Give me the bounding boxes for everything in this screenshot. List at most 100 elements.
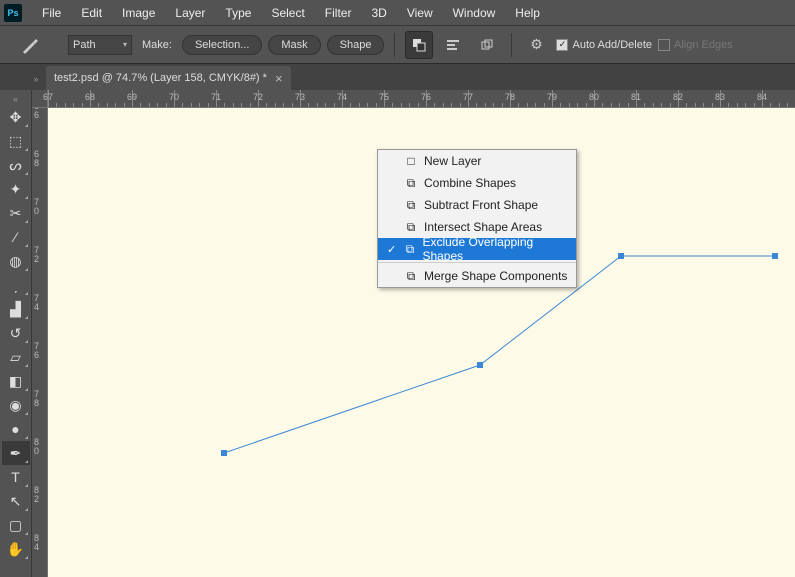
ruler-tick-label: 68 bbox=[85, 92, 95, 102]
ruler-tick-label: 84 bbox=[757, 92, 767, 102]
tool-mode-select[interactable]: Path ▾ bbox=[68, 35, 132, 55]
pathops-item-1[interactable]: ⧉Combine Shapes bbox=[378, 172, 576, 194]
menu-layer[interactable]: Layer bbox=[165, 2, 215, 24]
menu-3d[interactable]: 3D bbox=[361, 2, 396, 24]
op-icon: ⧉ bbox=[404, 220, 418, 234]
ruler-tick-label: 83 bbox=[715, 92, 725, 102]
ruler-tick-label: 82 bbox=[34, 486, 44, 504]
path-arrangement-button[interactable] bbox=[473, 31, 501, 59]
gear-icon: ⚙ bbox=[530, 36, 543, 53]
toolbox-collapse-icon[interactable]: « bbox=[0, 94, 31, 104]
ruler-vertical: 66687072747678808284 bbox=[32, 108, 48, 577]
ruler-tick-label: 78 bbox=[505, 92, 515, 102]
align-icon bbox=[445, 37, 461, 53]
ruler-tick-label: 72 bbox=[253, 92, 263, 102]
brush-tool[interactable]: ˏ bbox=[2, 273, 30, 297]
eraser-tool[interactable]: ▱ bbox=[2, 345, 30, 369]
menu-view[interactable]: View bbox=[397, 2, 443, 24]
align-edges-checkbox: Align Edges bbox=[658, 39, 733, 51]
menu-filter[interactable]: Filter bbox=[315, 2, 362, 24]
ruler-tick-label: 74 bbox=[337, 92, 347, 102]
menu-item-label: Subtract Front Shape bbox=[424, 198, 538, 212]
shape-tool[interactable]: ▢ bbox=[2, 513, 30, 537]
clone-stamp-tool[interactable]: ▟ bbox=[2, 297, 30, 321]
ruler-tick-label: 73 bbox=[295, 92, 305, 102]
merge-icon: ⧉ bbox=[404, 269, 418, 283]
pathops-item-0[interactable]: □New Layer bbox=[378, 150, 576, 172]
anchor-point[interactable] bbox=[477, 362, 483, 368]
auto-add-delete-checkbox[interactable]: ✓ Auto Add/Delete bbox=[556, 39, 652, 51]
anchor-point[interactable] bbox=[772, 253, 778, 259]
ruler-tick-label: 77 bbox=[463, 92, 473, 102]
hand-tool[interactable]: ✋ bbox=[2, 537, 30, 561]
move-tool[interactable]: ✥ bbox=[2, 105, 30, 129]
ruler-tick-label: 75 bbox=[379, 92, 389, 102]
ruler-tick-label: 70 bbox=[34, 198, 44, 216]
path-select-tool[interactable]: ↖ bbox=[2, 489, 30, 513]
pen-tool[interactable]: ✒ bbox=[2, 441, 30, 465]
ruler-tick-label: 80 bbox=[34, 438, 44, 456]
document-tab-bar: » test2.psd @ 74.7% (Layer 158, CMYK/8#)… bbox=[0, 64, 795, 90]
gradient-tool[interactable]: ◧ bbox=[2, 369, 30, 393]
magic-wand-tool[interactable]: ✦ bbox=[2, 177, 30, 201]
anchor-point[interactable] bbox=[618, 253, 624, 259]
ruler-tick-label: 76 bbox=[34, 342, 44, 360]
path-alignment-button[interactable] bbox=[439, 31, 467, 59]
ruler-horizontal: 676869707172737475767778798081828384 bbox=[32, 90, 795, 108]
ruler-tick-label: 67 bbox=[43, 92, 53, 102]
ruler-tick-label: 71 bbox=[211, 92, 221, 102]
mask-button[interactable]: Mask bbox=[268, 35, 320, 55]
path-ops-icon bbox=[411, 37, 427, 53]
menu-edit[interactable]: Edit bbox=[71, 2, 112, 24]
ruler-tick-label: 78 bbox=[34, 390, 44, 408]
ruler-tick-label: 82 bbox=[673, 92, 683, 102]
dodge-tool[interactable]: ● bbox=[2, 417, 30, 441]
gear-button[interactable]: ⚙ bbox=[522, 31, 550, 59]
op-icon: ⧉ bbox=[404, 198, 418, 212]
menu-item-label: Merge Shape Components bbox=[424, 269, 567, 283]
pathops-item-4[interactable]: ✓⧉Exclude Overlapping Shapes bbox=[378, 238, 576, 260]
auto-add-delete-label: Auto Add/Delete bbox=[572, 39, 652, 51]
check-icon: ✓ bbox=[386, 243, 397, 256]
ruler-tick-label: 72 bbox=[34, 246, 44, 264]
options-bar: Path ▾ Make: Selection... Mask Shape ⚙ ✓… bbox=[0, 26, 795, 64]
menu-select[interactable]: Select bbox=[261, 2, 314, 24]
pathops-item-2[interactable]: ⧉ Subtract Front Shape bbox=[378, 194, 576, 216]
merge-shape-components-item[interactable]: ⧉ Merge Shape Components bbox=[378, 265, 576, 287]
crop-tool[interactable]: ✂ bbox=[2, 201, 30, 225]
menu-window[interactable]: Window bbox=[443, 2, 506, 24]
blur-tool[interactable]: ◉ bbox=[2, 393, 30, 417]
path-operations-button[interactable] bbox=[405, 31, 433, 59]
op-icon: ⧉ bbox=[403, 242, 416, 256]
path-operations-menu: □New Layer⧉Combine Shapes ⧉ Subtract Front… bbox=[377, 149, 577, 288]
ruler-tick-label: 81 bbox=[631, 92, 641, 102]
menu-file[interactable]: File bbox=[32, 2, 71, 24]
tool-mode-value: Path bbox=[73, 39, 96, 51]
pen-tool-icon bbox=[18, 33, 42, 57]
ruler-tick-label: 80 bbox=[589, 92, 599, 102]
menu-item-label: New Layer bbox=[424, 154, 481, 168]
menu-item-label: Intersect Shape Areas bbox=[424, 220, 542, 234]
shape-button[interactable]: Shape bbox=[327, 35, 385, 55]
type-tool[interactable]: T bbox=[2, 465, 30, 489]
history-brush-tool[interactable]: ↺ bbox=[2, 321, 30, 345]
eyedropper-tool[interactable]: ⁄ bbox=[2, 225, 30, 249]
ruler-tick-label: 70 bbox=[169, 92, 179, 102]
spot-heal-tool[interactable]: ◍ bbox=[2, 249, 30, 273]
selection-button[interactable]: Selection... bbox=[182, 35, 262, 55]
tab-overflow-icon[interactable]: » bbox=[32, 74, 40, 84]
lasso-tool[interactable]: ᔕ bbox=[2, 153, 30, 177]
menu-image[interactable]: Image bbox=[112, 2, 165, 24]
marquee-tool[interactable]: ⬚ bbox=[2, 129, 30, 153]
menu-type[interactable]: Type bbox=[215, 2, 261, 24]
checkbox-checked-icon: ✓ bbox=[556, 39, 568, 51]
anchor-point[interactable] bbox=[221, 450, 227, 456]
ruler-tick-label: 74 bbox=[34, 294, 44, 312]
align-edges-label: Align Edges bbox=[674, 39, 733, 51]
separator bbox=[511, 33, 512, 57]
ruler-tick-label: 76 bbox=[421, 92, 431, 102]
ruler-tick-label: 68 bbox=[34, 150, 44, 168]
document-tab[interactable]: test2.psd @ 74.7% (Layer 158, CMYK/8#) *… bbox=[46, 66, 291, 90]
menu-help[interactable]: Help bbox=[505, 2, 550, 24]
close-icon[interactable]: × bbox=[275, 71, 283, 86]
